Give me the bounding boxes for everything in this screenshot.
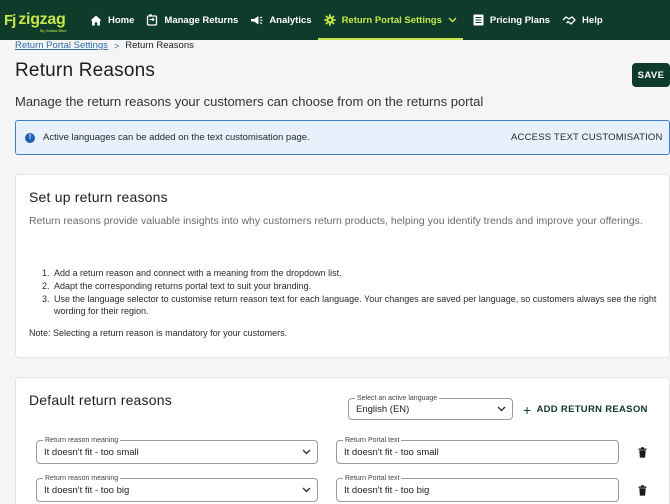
chevron-down-icon <box>497 406 506 412</box>
setup-steps-list: 1. Add a return reason and connect with a… <box>42 267 662 318</box>
top-navigation: Fj zigzag By Global Blue Home Manage Ret… <box>0 0 670 40</box>
logo-wordmark: zigzag <box>18 11 66 28</box>
nav-item-label: Return Portal Settings <box>341 14 442 26</box>
setup-step: 3. Use the language selector to customise… <box>42 293 662 319</box>
default-return-reasons-card: Default return reasons Select an active … <box>15 377 670 504</box>
setup-step: 1. Add a return reason and connect with a… <box>42 268 342 278</box>
return-portal-text-input[interactable]: Return Portal text It doesn't fit - too … <box>336 474 619 502</box>
gear-icon <box>323 14 336 26</box>
info-banner-text: Active languages can be added on the tex… <box>43 132 310 143</box>
nav-item-manage-returns[interactable]: Manage Returns <box>140 0 244 40</box>
document-icon <box>473 14 484 26</box>
home-icon <box>90 15 102 25</box>
meaning-select-label: Return reason meaning <box>43 474 121 483</box>
breadcrumb-link-return-portal-settings[interactable]: Return Portal Settings <box>15 40 108 51</box>
setup-heading: Set up return reasons <box>29 189 168 205</box>
language-select-value: English (EN) <box>356 404 410 415</box>
access-text-customisation-button[interactable]: ACCESS TEXT CUSTOMISATION <box>511 132 663 143</box>
nav-item-label: Analytics <box>269 14 312 26</box>
breadcrumb-separator: > <box>113 40 120 51</box>
chevron-down-icon <box>302 449 311 455</box>
setup-description: Return reasons provide valuable insights… <box>29 215 643 227</box>
default-reasons-heading: Default return reasons <box>29 392 172 408</box>
language-select[interactable]: Select an active language English (EN) <box>348 394 513 420</box>
chevron-down-icon <box>302 487 311 493</box>
megaphone-icon <box>251 15 263 24</box>
portal-text-label: Return Portal text <box>343 436 402 445</box>
add-return-reason-label: ADD RETURN REASON <box>536 404 648 415</box>
info-icon: ! <box>25 132 35 143</box>
meaning-select-label: Return reason meaning <box>43 436 121 445</box>
returns-icon <box>147 14 158 26</box>
return-reason-meaning-select[interactable]: Return reason meaning It doesn't fit - t… <box>36 436 318 464</box>
zigzag-logo[interactable]: Fj zigzag By Global Blue <box>0 0 78 40</box>
trash-icon[interactable] <box>638 447 647 458</box>
trash-icon[interactable] <box>638 485 647 496</box>
return-portal-text-input[interactable]: Return Portal text It doesn't fit - too … <box>336 436 619 464</box>
add-return-reason-button[interactable]: + ADD RETURN REASON <box>523 401 648 418</box>
page-title: Return Reasons <box>15 60 156 81</box>
nav-item-return-portal-settings[interactable]: Return Portal Settings <box>317 0 463 40</box>
breadcrumb: Return Portal Settings > Return Reasons <box>15 40 194 51</box>
setup-step: 2. Adapt the corresponding returns portal… <box>42 280 312 291</box>
nav-item-label: Home <box>108 14 135 26</box>
chevron-down-icon <box>448 17 457 23</box>
handshake-icon <box>562 15 576 25</box>
portal-text-value: It doesn't fit - too big <box>344 485 430 496</box>
language-select-label: Select an active language <box>355 394 440 403</box>
info-banner: ! Active languages can be added on the t… <box>15 120 670 155</box>
nav-item-label: Pricing Plans <box>489 14 551 26</box>
page-subtitle: Manage the return reasons your customers… <box>15 94 484 109</box>
nav-item-pricing-plans[interactable]: Pricing Plans <box>467 0 556 40</box>
setup-step-text: Add a return reason and connect with a m… <box>54 268 342 278</box>
nav-item-help[interactable]: Help <box>556 0 609 40</box>
setup-step-text: Adapt the corresponding returns portal t… <box>54 280 312 291</box>
setup-note: Note: Selecting a return reason is manda… <box>29 328 288 338</box>
save-button[interactable]: SAVE <box>632 63 670 87</box>
return-reason-meaning-select[interactable]: Return reason meaning It doesn't fit - t… <box>36 474 318 502</box>
logo-tagline: By Global Blue <box>40 28 67 33</box>
setup-return-reasons-card: Set up return reasons Return reasons pro… <box>15 174 670 358</box>
nav-item-label: Manage Returns <box>164 14 239 26</box>
nav-item-analytics[interactable]: Analytics <box>244 0 317 40</box>
meaning-select-value: It doesn't fit - too small <box>44 447 139 458</box>
setup-step-text: Use the language selector to customise r… <box>54 293 657 317</box>
logo-mark: Fj <box>4 11 16 29</box>
nav-item-home[interactable]: Home <box>84 0 140 40</box>
breadcrumb-current: Return Reasons <box>125 40 194 51</box>
plus-icon: + <box>523 401 532 418</box>
portal-text-label: Return Portal text <box>343 474 402 483</box>
nav-item-label: Help <box>582 14 603 26</box>
portal-text-value: It doesn't fit - too small <box>344 447 439 458</box>
meaning-select-value: It doesn't fit - too big <box>44 485 130 496</box>
